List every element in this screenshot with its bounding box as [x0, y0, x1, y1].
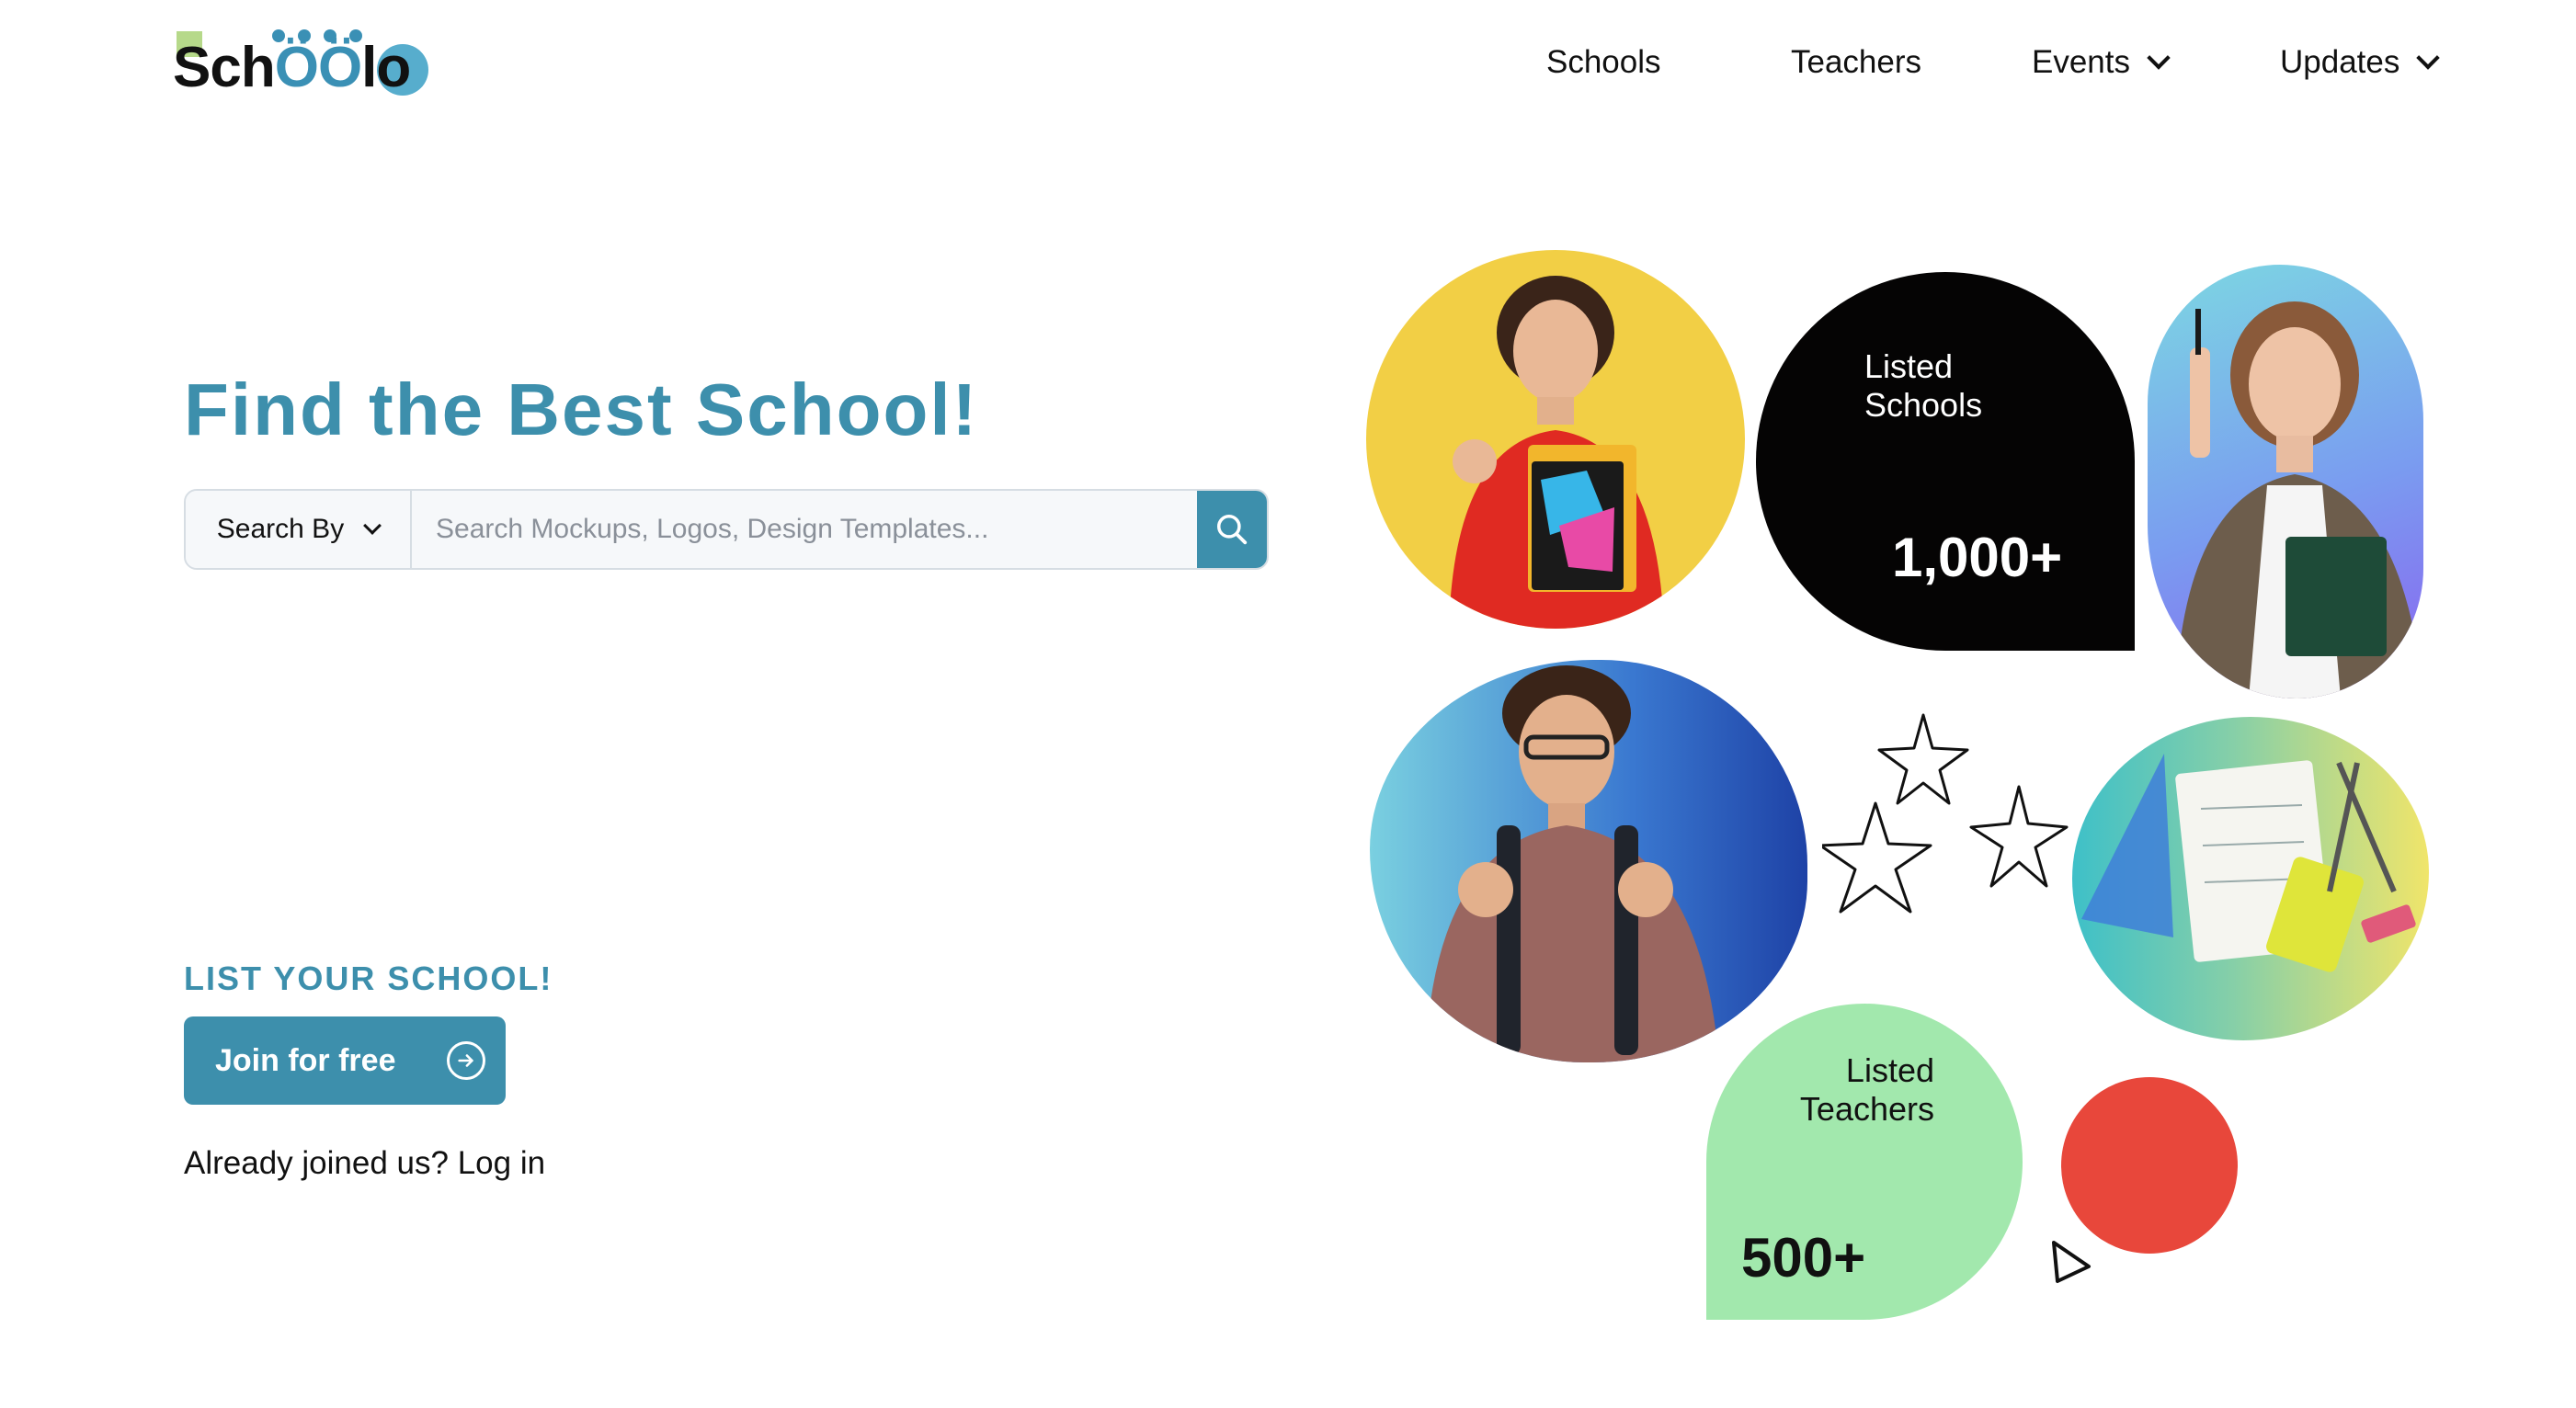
nav-updates-label: Updates	[2280, 44, 2400, 80]
listed-teachers-value: 500+	[1741, 1227, 1866, 1289]
hero-title: Find the Best School!	[184, 369, 979, 450]
nav-teachers[interactable]: Teachers	[1791, 44, 1921, 81]
school-supplies-photo	[2072, 717, 2429, 1040]
teacher-photo	[2148, 265, 2423, 698]
nav-teachers-label: Teachers	[1791, 44, 1922, 80]
star-doodle-icon	[1822, 713, 2069, 914]
search-icon	[1217, 515, 1248, 545]
chevron-down-icon	[2416, 46, 2441, 70]
nav-events[interactable]: Events	[2032, 44, 2171, 81]
already-joined-text: Already joined us?	[184, 1145, 449, 1181]
join-for-free-button[interactable]: Join for free	[184, 1016, 506, 1105]
join-button-label: Join for free	[215, 1042, 396, 1078]
list-school-heading: LIST YOUR SCHOOL!	[184, 959, 553, 997]
student-boy-photo	[1370, 660, 1807, 1062]
nav-schools-label: Schools	[1546, 44, 1661, 80]
listed-schools-label: Listed Schools	[1864, 347, 1983, 424]
search-bar: Search By	[184, 489, 1269, 570]
nav-events-label: Events	[2032, 44, 2130, 80]
login-line: Already joined us? Log in	[184, 1145, 545, 1182]
search-input[interactable]	[412, 491, 1199, 568]
play-triangle-icon	[2052, 1241, 2091, 1283]
chevron-down-icon	[2147, 46, 2171, 70]
search-by-dropdown[interactable]: Search By	[186, 491, 412, 568]
listed-schools-value: 1,000+	[1892, 527, 2063, 588]
nav-schools[interactable]: Schools	[1546, 44, 1661, 81]
arrow-right-circle-icon	[447, 1041, 485, 1080]
nav-updates[interactable]: Updates	[2280, 44, 2441, 81]
search-by-label: Search By	[216, 514, 345, 544]
login-link[interactable]: Log in	[458, 1145, 545, 1181]
red-circle-decoration	[2061, 1077, 2238, 1254]
main-nav: Schools Teachers Events Updates	[0, 44, 2576, 92]
chevron-down-icon	[363, 517, 382, 535]
listed-teachers-stat: Listed Teachers 500+	[1706, 1004, 2023, 1320]
listed-teachers-label: Listed Teachers	[1799, 1051, 1934, 1128]
student-girl-photo	[1366, 250, 1745, 629]
listed-schools-stat: Listed Schools 1,000+	[1756, 272, 2135, 651]
search-button[interactable]	[1197, 491, 1267, 568]
